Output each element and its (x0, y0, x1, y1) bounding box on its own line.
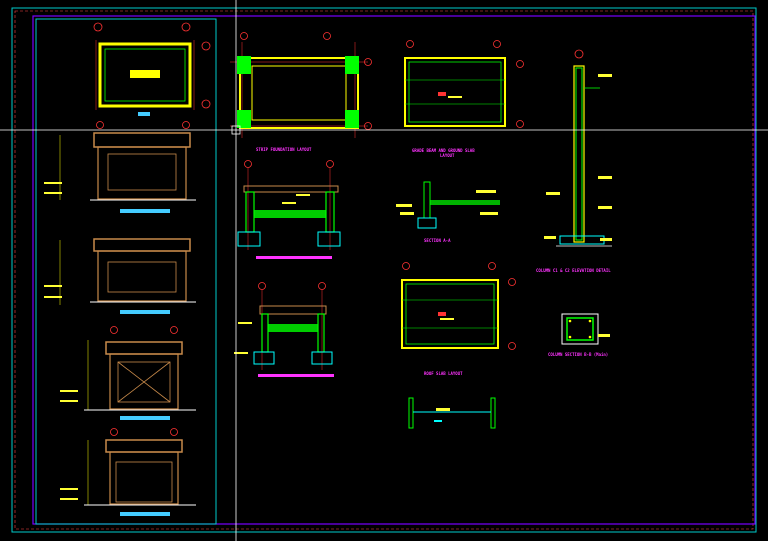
grade-beam-ground-slab-title-line2: LAYOUT (440, 153, 455, 158)
column-section-title: COLUMN SECTION B-B (Main) (548, 352, 608, 357)
section-aa-title: SECTION A-A (424, 238, 451, 243)
cad-drawing-canvas[interactable]: STRIP FOUNDATION LAYOUT GRADE BEAM AND G… (0, 0, 768, 541)
column-elevation-title: COLUMN C1 & C2 ELEVATION DETAIL (536, 268, 611, 273)
roof-slab-layout-title: ROOF SLAB LAYOUT (424, 371, 463, 376)
drawing-background (0, 0, 768, 541)
strip-foundation-layout-title: STRIP FOUNDATION LAYOUT (256, 147, 312, 152)
